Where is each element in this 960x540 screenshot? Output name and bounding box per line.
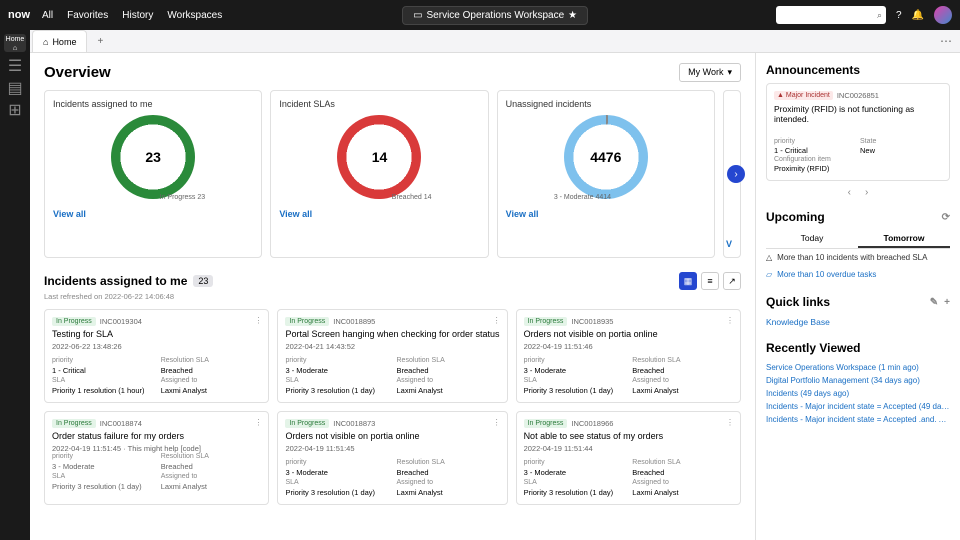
announcement-prev[interactable]: ‹ [848, 187, 851, 198]
nav-favorites[interactable]: Favorites [67, 10, 108, 21]
bell-icon[interactable]: 🔔 [912, 10, 924, 21]
nav-history[interactable]: History [122, 10, 153, 21]
right-sidebar: Announcements ▲ Major Incident INC002685… [755, 53, 960, 540]
rail-grid-icon[interactable]: ⊞ [7, 102, 23, 118]
donut-card-sla: Incident SLAs 14 Breached 14 View all [270, 90, 488, 258]
view-grid-button[interactable]: ▦ [679, 272, 697, 290]
top-bar: now All Favorites History Workspaces ▭ S… [0, 0, 960, 30]
quicklinks-title: Quick links [766, 295, 830, 309]
status-pill: In Progress [52, 419, 96, 428]
task-icon: ▱ [766, 270, 772, 279]
tab-overflow[interactable]: ⋯ [940, 34, 952, 48]
recent-item[interactable]: Service Operations Workspace (1 min ago) [766, 361, 950, 374]
announcement-next[interactable]: › [865, 187, 868, 198]
view-list-button[interactable]: ≡ [701, 272, 719, 290]
status-pill: In Progress [285, 317, 329, 326]
top-nav: All Favorites History Workspaces [42, 10, 222, 21]
donut-card-unassigned: Unassigned incidents 4476 3 - Moderate 4… [497, 90, 715, 258]
recent-item[interactable]: Digital Portfolio Management (34 days ag… [766, 374, 950, 387]
warning-icon: △ [766, 253, 772, 262]
card-menu-icon[interactable]: ⋮ [726, 316, 734, 325]
rail-home[interactable]: Home⌂ [4, 34, 26, 52]
top-icons: ? 🔔 [896, 6, 952, 24]
global-search[interactable]: ⌕ [776, 6, 886, 24]
view-open-button[interactable]: ↗ [723, 272, 741, 290]
view-all-sla[interactable]: View all [279, 209, 479, 219]
view-all-unassigned[interactable]: View all [506, 209, 706, 219]
donut-unassigned[interactable]: 4476 3 - Moderate 4414 [564, 115, 648, 199]
status-pill: In Progress [524, 419, 568, 428]
donut-sla[interactable]: 14 Breached 14 [337, 115, 421, 199]
tab-home[interactable]: ⌂ Home [32, 30, 87, 52]
assigned-count: 23 [193, 275, 213, 287]
quicklink-item[interactable]: Knowledge Base [766, 315, 950, 329]
recent-item[interactable]: Incidents - Major incident state = Accep… [766, 413, 950, 426]
workspace-name: Service Operations Workspace [427, 10, 565, 21]
recent-item[interactable]: Incidents - Major incident state = Accep… [766, 400, 950, 413]
announcement-nav: ‹ › [766, 187, 950, 198]
main: Overview My Work▾ Incidents assigned to … [30, 53, 960, 540]
announcements-title: Announcements [766, 63, 860, 77]
status-pill: In Progress [524, 317, 568, 326]
scroll-right-button[interactable]: › [727, 165, 745, 183]
card-menu-icon[interactable]: ⋮ [254, 316, 262, 325]
card-menu-icon[interactable]: ⋮ [493, 418, 501, 427]
recent-title: Recently Viewed [766, 341, 861, 355]
rail-inbox-icon[interactable]: ▤ [7, 80, 23, 96]
star-icon[interactable]: ★ [568, 10, 577, 21]
assigned-section: Incidents assigned to me 23 ▦ ≡ ↗ Last r… [44, 272, 741, 505]
nav-all[interactable]: All [42, 10, 53, 21]
refresh-icon[interactable]: ⟳ [942, 212, 950, 223]
logo: now [8, 9, 30, 21]
edit-icon[interactable]: ✎ [930, 297, 938, 308]
donut-card-assigned: Incidents assigned to me 23 In Progress … [44, 90, 262, 258]
rail-list-icon[interactable]: ☰ [7, 58, 23, 74]
my-work-dropdown[interactable]: My Work▾ [679, 63, 741, 82]
incident-card[interactable]: In ProgressINC0018874⋮Order status failu… [44, 411, 269, 505]
tab-today[interactable]: Today [766, 230, 858, 248]
last-refreshed: Last refreshed on 2022-06-22 14:06:48 [44, 292, 741, 301]
tab-add-button[interactable]: + [91, 32, 109, 50]
view-all-assigned[interactable]: View all [53, 209, 253, 219]
card-menu-icon[interactable]: ⋮ [254, 418, 262, 427]
tab-tomorrow[interactable]: Tomorrow [858, 230, 950, 248]
status-pill: In Progress [285, 419, 329, 428]
home-icon: ⌂ [43, 37, 48, 47]
cards-grid: In ProgressINC0019304⋮Testing for SLA202… [44, 309, 741, 505]
incident-card[interactable]: In ProgressINC0018935⋮Orders not visible… [516, 309, 741, 403]
incident-card[interactable]: In ProgressINC0019304⋮Testing for SLA202… [44, 309, 269, 403]
upcoming-item[interactable]: △More than 10 incidents with breached SL… [766, 249, 950, 266]
chevron-down-icon: ▾ [727, 67, 732, 78]
workspace-icon: ▭ [413, 10, 422, 21]
nav-workspaces[interactable]: Workspaces [167, 10, 222, 21]
upcoming-item[interactable]: ▱More than 10 overdue tasks [766, 266, 950, 283]
major-incident-badge: ▲ Major Incident [774, 91, 833, 100]
announcement-card[interactable]: ▲ Major Incident INC0026851 Proximity (R… [766, 83, 950, 181]
overview-title: Overview [44, 64, 111, 81]
donut-assigned[interactable]: 23 In Progress 23 [111, 115, 195, 199]
workspace-selector[interactable]: ▭ Service Operations Workspace ★ [402, 6, 588, 25]
recent-item[interactable]: Incidents (49 days ago) [766, 387, 950, 400]
incident-card[interactable]: In ProgressINC0018873⋮Orders not visible… [277, 411, 507, 505]
incident-card[interactable]: In ProgressINC0018895⋮Portal Screen hang… [277, 309, 507, 403]
add-icon[interactable]: + [944, 297, 950, 308]
search-icon: ⌕ [877, 10, 882, 21]
avatar[interactable] [934, 6, 952, 24]
assigned-title: Incidents assigned to me [44, 274, 187, 288]
tab-bar: ⌂ Home + ⋯ [30, 30, 960, 53]
card-menu-icon[interactable]: ⋮ [493, 316, 501, 325]
overview-header: Overview My Work▾ [44, 63, 741, 82]
donut-row: Incidents assigned to me 23 In Progress … [44, 90, 741, 258]
incident-card[interactable]: In ProgressINC0018966⋮Not able to see st… [516, 411, 741, 505]
status-pill: In Progress [52, 317, 96, 326]
left-rail: Home⌂ ☰ ▤ ⊞ [0, 30, 30, 540]
card-menu-icon[interactable]: ⋮ [726, 418, 734, 427]
help-icon[interactable]: ? [896, 10, 902, 21]
upcoming-title: Upcoming [766, 210, 825, 224]
content: Overview My Work▾ Incidents assigned to … [30, 53, 755, 540]
